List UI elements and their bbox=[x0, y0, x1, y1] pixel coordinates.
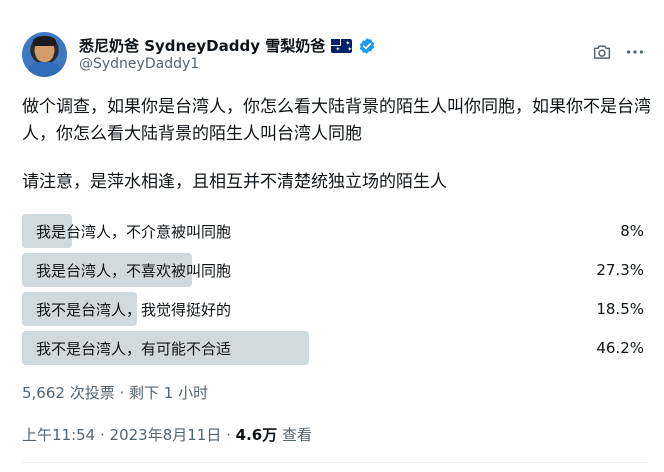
poll-option-label: 我不是台湾人，我觉得挺好的 bbox=[36, 300, 232, 319]
timestamp-date[interactable]: 上午11:54 · 2023年8月11日 · bbox=[22, 426, 236, 444]
poll-option: 我不是台湾人，我觉得挺好的 18.5% bbox=[22, 292, 648, 326]
divider bbox=[22, 462, 648, 463]
poll-option-label: 我是台湾人，不介意被叫同胞 bbox=[36, 222, 232, 241]
flag-star-icon: ✦ bbox=[335, 45, 341, 53]
author-handle[interactable]: @SydneyDaddy1 bbox=[79, 56, 199, 72]
views-count: 4.6万 bbox=[235, 426, 278, 444]
poll-option-percent: 18.5% bbox=[596, 300, 644, 318]
more-options-icon[interactable] bbox=[624, 42, 646, 62]
verified-badge-icon[interactable] bbox=[358, 37, 376, 55]
australia-flag-icon: ✦ ✦ ✦ bbox=[331, 38, 353, 53]
poll-option: 我是台湾人，不介意被叫同胞 8% bbox=[22, 214, 648, 248]
tweet-timestamp: 上午11:54 · 2023年8月11日 · 4.6万 查看 bbox=[22, 424, 312, 445]
poll-option-percent: 27.3% bbox=[596, 261, 644, 279]
camera-icon[interactable] bbox=[592, 43, 612, 61]
poll-option: 我是台湾人，不喜欢被叫同胞 27.3% bbox=[22, 253, 648, 287]
flag-star-icon: ✦ bbox=[347, 45, 353, 53]
poll-option-label: 我是台湾人，不喜欢被叫同胞 bbox=[36, 261, 232, 280]
poll-option-percent: 8% bbox=[620, 222, 644, 240]
avatar-shirt bbox=[28, 62, 61, 77]
poll-option-label: 我不是台湾人，有可能不合适 bbox=[36, 339, 232, 358]
author-name-row: 悉尼奶爸 SydneyDaddy 雪梨奶爸 ✦ ✦ ✦ bbox=[79, 35, 376, 56]
poll-vote-count: 5,662 次投票 · 剩下 1 小时 bbox=[22, 384, 209, 402]
views-label: 查看 bbox=[277, 426, 313, 444]
avatar-hair bbox=[33, 36, 56, 46]
avatar[interactable] bbox=[22, 32, 67, 77]
poll: 我是台湾人，不介意被叫同胞 8% 我是台湾人，不喜欢被叫同胞 27.3% 我不是… bbox=[22, 214, 648, 370]
tweet-text: 做个调查，如果你是台湾人，你怎么看大陆背景的陌生人叫你同胞，如果你不是台湾人，你… bbox=[22, 94, 652, 196]
poll-option-percent: 46.2% bbox=[596, 339, 644, 357]
tweet-paragraph: 做个调查，如果你是台湾人，你怎么看大陆背景的陌生人叫你同胞，如果你不是台湾人，你… bbox=[22, 97, 651, 144]
poll-option: 我不是台湾人，有可能不合适 46.2% bbox=[22, 331, 648, 365]
author-display-name[interactable]: 悉尼奶爸 SydneyDaddy 雪梨奶爸 bbox=[79, 35, 325, 56]
tweet-paragraph: 请注意，是萍水相逢，且相互并不清楚统独立场的陌生人 bbox=[22, 172, 447, 192]
